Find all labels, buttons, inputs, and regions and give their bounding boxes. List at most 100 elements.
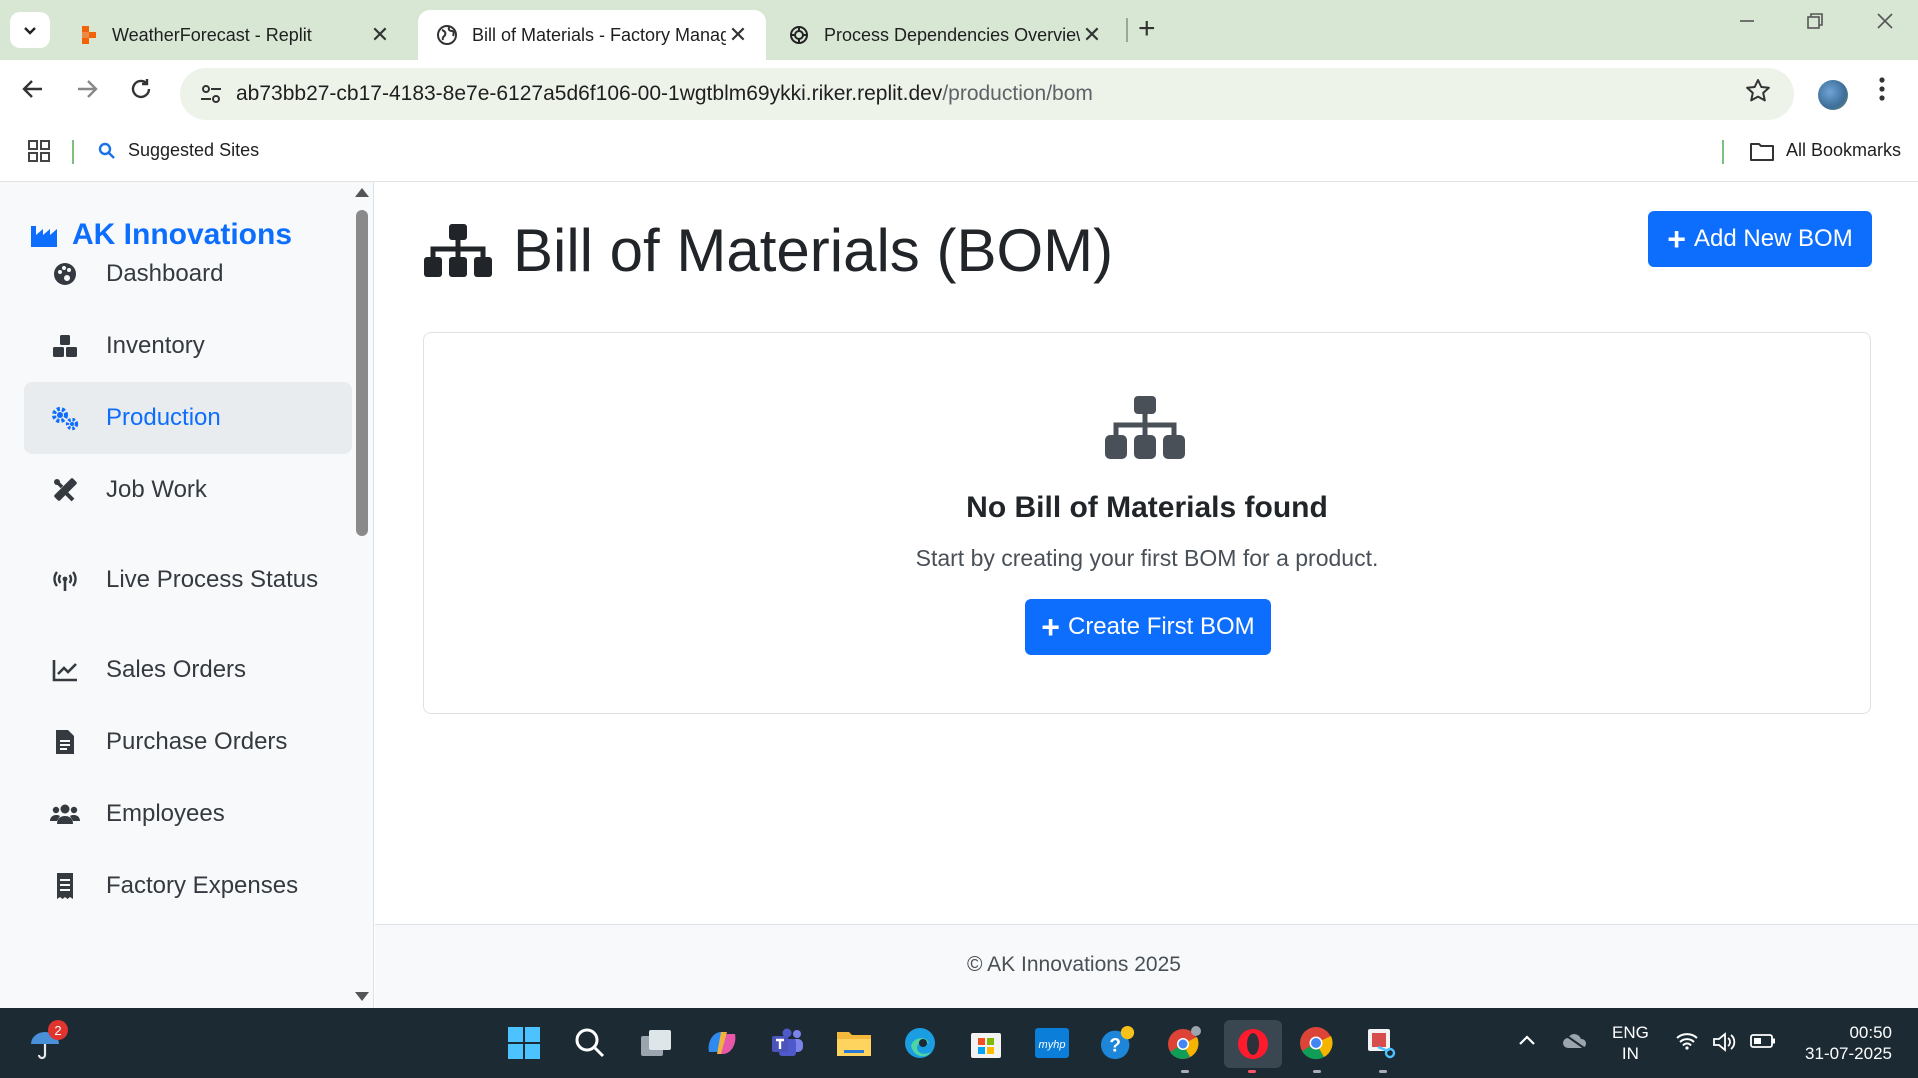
- chevron-down-icon: [24, 27, 36, 35]
- sidebar-item-live-process-status[interactable]: Live Process Status: [24, 544, 352, 616]
- myhp-icon: myhp: [1035, 1028, 1069, 1058]
- omnibox[interactable]: ab73bb27-cb17-4183-8e7e-6127a5d6f106-00-…: [180, 68, 1794, 120]
- sidebar-item-purchase-orders[interactable]: Purchase Orders: [24, 706, 352, 778]
- taskbar-store[interactable]: [968, 1025, 1004, 1061]
- tab-process-dependencies[interactable]: Process Dependencies Overview ✕: [770, 10, 1120, 60]
- browser-menu-button[interactable]: [1878, 76, 1886, 109]
- gears-icon: [50, 403, 80, 433]
- speaker-icon: [1713, 1032, 1736, 1052]
- chevron-up-icon: [1519, 1035, 1535, 1045]
- apps-grid-icon[interactable]: [28, 140, 50, 162]
- start-button[interactable]: [506, 1025, 542, 1061]
- close-window-button[interactable]: [1876, 10, 1894, 36]
- battery-tray-button[interactable]: [1750, 1033, 1776, 1054]
- clock[interactable]: 00:50 31-07-2025: [1796, 1022, 1892, 1064]
- windows-logo-icon: [508, 1027, 540, 1059]
- create-first-bom-button[interactable]: + Create First BOM: [1025, 599, 1271, 655]
- taskbar-get-help[interactable]: ?: [1100, 1025, 1136, 1061]
- sidebar-item-dashboard[interactable]: Dashboard: [24, 238, 352, 310]
- minimize-button[interactable]: [1738, 10, 1756, 36]
- sidebar-item-sales-orders[interactable]: Sales Orders: [24, 634, 352, 706]
- svg-text:myhp: myhp: [1039, 1039, 1066, 1051]
- restore-icon: [1807, 13, 1823, 29]
- tab-bill-of-materials[interactable]: Bill of Materials - Factory Management ✕: [418, 10, 766, 60]
- sidebar-item-label: Factory Expenses: [106, 872, 299, 899]
- sidebar-item-factory-expenses[interactable]: Factory Expenses: [24, 850, 352, 922]
- running-indicator: [1313, 1070, 1321, 1073]
- page-footer: © AK Innovations 2025: [375, 924, 1918, 1008]
- reload-button[interactable]: [128, 76, 154, 109]
- address-bar-row: ab73bb27-cb17-4183-8e7e-6127a5d6f106-00-…: [0, 60, 1918, 126]
- app-root: AK Innovations Dashboard Inventory Produ…: [0, 182, 1918, 1008]
- store-icon: [971, 1033, 1001, 1058]
- star-icon: [1746, 79, 1770, 102]
- language-code: ENG: [1612, 1023, 1649, 1042]
- taskbar-chrome[interactable]: [1298, 1025, 1334, 1061]
- bookmark-star-button[interactable]: [1744, 77, 1772, 112]
- sidebar-item-inventory[interactable]: Inventory: [24, 310, 352, 382]
- new-tab-button[interactable]: +: [1138, 14, 1156, 44]
- sidebar-scroll-thumb[interactable]: [356, 210, 368, 536]
- task-view-button[interactable]: [638, 1025, 674, 1061]
- taskbar-teams[interactable]: [770, 1025, 806, 1061]
- plus-icon: +: [1667, 221, 1686, 257]
- tab-title: Bill of Materials - Factory Management: [472, 24, 726, 45]
- forward-button[interactable]: [74, 76, 100, 109]
- bookmark-separator: [1722, 140, 1724, 164]
- url-text[interactable]: ab73bb27-cb17-4183-8e7e-6127a5d6f106-00-…: [236, 82, 1093, 106]
- running-indicator: [1379, 1070, 1387, 1073]
- site-settings-icon[interactable]: [198, 81, 224, 107]
- add-new-bom-button[interactable]: + Add New BOM: [1648, 211, 1872, 267]
- tab-close-button[interactable]: ✕: [726, 22, 750, 48]
- snipping-tool-icon: [1368, 1029, 1396, 1059]
- profile-avatar[interactable]: [1818, 80, 1848, 110]
- users-icon: [50, 799, 80, 829]
- region-code: IN: [1621, 1044, 1639, 1063]
- input-language-indicator[interactable]: ENG IN: [1612, 1022, 1649, 1064]
- chart-line-icon: [50, 655, 80, 685]
- tab-close-button[interactable]: ✕: [368, 22, 392, 48]
- boxes-icon: [50, 331, 80, 361]
- taskbar-edge[interactable]: [902, 1025, 938, 1061]
- taskbar-chrome-profile[interactable]: [1166, 1025, 1202, 1061]
- copilot-icon: [708, 1032, 736, 1054]
- search-icon: [575, 1028, 605, 1058]
- sidebar-item-production[interactable]: Production: [24, 382, 352, 454]
- main-content: Bill of Materials (BOM) + Add New BOM No…: [375, 182, 1918, 1008]
- taskbar-myhp[interactable]: myhp: [1034, 1025, 1070, 1061]
- tab-separator: [1126, 18, 1128, 42]
- windows-taskbar: 2 myhp ? ENG IN 00:50 31-07-2025: [0, 1008, 1918, 1078]
- show-hidden-icons-button[interactable]: [1518, 1032, 1536, 1052]
- restore-button[interactable]: [1806, 10, 1824, 36]
- scroll-down-arrow-icon[interactable]: [355, 992, 369, 1001]
- volume-tray-button[interactable]: [1712, 1032, 1738, 1057]
- empty-state-title: No Bill of Materials found: [966, 491, 1328, 524]
- taskbar-snipping-tool[interactable]: [1364, 1025, 1400, 1061]
- sidebar-item-employees[interactable]: Employees: [24, 778, 352, 850]
- running-indicator: [1181, 1070, 1189, 1073]
- scroll-up-arrow-icon[interactable]: [355, 188, 369, 197]
- close-icon: [1877, 13, 1893, 29]
- search-icon: [98, 142, 115, 159]
- taskbar-opera[interactable]: [1224, 1020, 1282, 1068]
- sitemap-icon: [1105, 396, 1185, 459]
- tab-search-button[interactable]: [10, 12, 50, 48]
- onedrive-tray-button[interactable]: [1562, 1032, 1588, 1055]
- tab-weatherforecast[interactable]: WeatherForecast - Replit ✕: [58, 10, 408, 60]
- bookmark-suggested-sites[interactable]: Suggested Sites: [98, 140, 259, 161]
- help-icon: ?: [1100, 1025, 1135, 1060]
- opera-icon: [1238, 1029, 1268, 1059]
- browser-tabstrip: WeatherForecast - Replit ✕ Bill of Mater…: [0, 0, 1918, 60]
- url-host: ab73bb27-cb17-4183-8e7e-6127a5d6f106-00-…: [236, 82, 943, 105]
- wifi-tray-button[interactable]: [1676, 1032, 1698, 1055]
- back-button[interactable]: [20, 76, 46, 109]
- taskbar-search-button[interactable]: [572, 1025, 608, 1061]
- taskbar-file-explorer[interactable]: [836, 1025, 872, 1061]
- tab-close-button[interactable]: ✕: [1080, 22, 1104, 48]
- taskbar-copilot[interactable]: [704, 1025, 740, 1061]
- all-bookmarks-button[interactable]: All Bookmarks: [1750, 140, 1901, 161]
- sidebar-item-job-work[interactable]: Job Work: [24, 454, 352, 526]
- page-title: Bill of Materials (BOM): [423, 216, 1113, 285]
- battery-icon: [1750, 1034, 1775, 1048]
- teams-icon: [772, 1028, 803, 1056]
